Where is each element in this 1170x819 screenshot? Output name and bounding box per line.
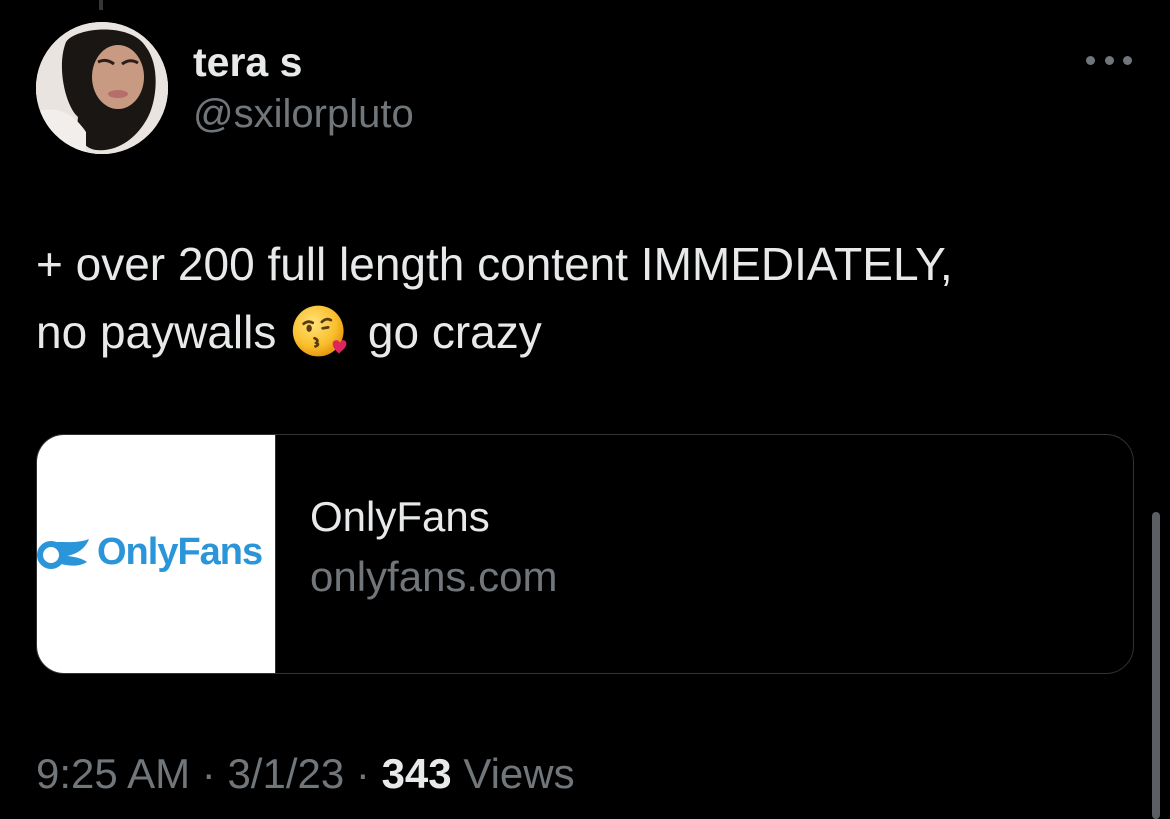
link-card-thumbnail: OnlyFans <box>37 435 276 673</box>
tweet-line-2: no paywalls go crazy <box>36 298 1136 366</box>
link-card-domain: onlyfans.com <box>310 553 558 600</box>
onlyfans-logo: OnlyFans <box>37 531 263 574</box>
tweet-line-1: + over 200 full length content IMMEDIATE… <box>36 238 953 290</box>
tweet-meta: 9:25 AM · 3/1/23 · 343 Views <box>36 748 575 800</box>
scrollbar[interactable] <box>1152 512 1160 819</box>
meta-separator: · <box>355 750 370 797</box>
tweet-text-before-emoji: no paywalls <box>36 306 277 358</box>
author-name[interactable]: tera s <box>193 38 302 86</box>
tweet-date[interactable]: 3/1/23 <box>227 750 344 797</box>
link-card[interactable]: OnlyFans OnlyFans onlyfans.com <box>36 434 1134 674</box>
onlyfans-logo-icon <box>37 538 89 569</box>
more-dot <box>1086 55 1095 65</box>
link-card-body: OnlyFans onlyfans.com <box>276 435 557 673</box>
kissing-face-emoji-icon <box>292 305 347 357</box>
more-options-icon[interactable] <box>1086 50 1132 70</box>
tweet-text-after-emoji: go crazy <box>367 306 542 358</box>
tweet-time[interactable]: 9:25 AM <box>36 750 190 797</box>
thread-connector-line <box>99 0 103 10</box>
author-handle[interactable]: @sxilorpluto <box>193 90 414 138</box>
more-dot <box>1123 55 1132 65</box>
views-label: Views <box>463 750 575 797</box>
views-count: 343 <box>381 750 452 797</box>
onlyfans-logo-wordmark: OnlyFans <box>97 531 263 573</box>
avatar-photo <box>36 22 168 154</box>
more-dot <box>1104 55 1114 65</box>
avatar[interactable] <box>36 22 168 154</box>
meta-separator: · <box>201 750 216 797</box>
link-card-title: OnlyFans <box>310 493 490 540</box>
tweet-text: + over 200 full length content IMMEDIATE… <box>36 230 1136 366</box>
